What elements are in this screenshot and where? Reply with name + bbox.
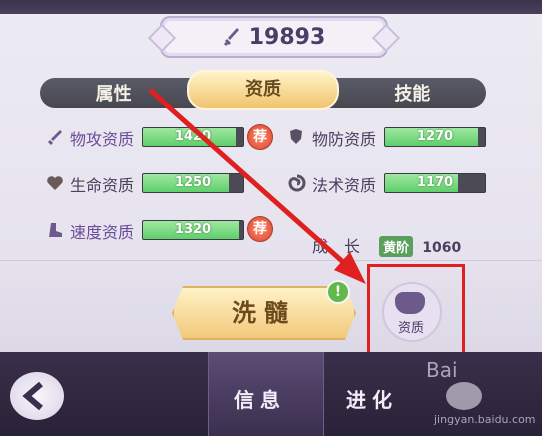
stat-phys-defense: 物防资质 1270: [288, 126, 488, 149]
stat-bar: 1250: [142, 173, 244, 193]
growth-value: 1060: [422, 240, 462, 256]
tab-skills[interactable]: 技能: [339, 80, 486, 106]
back-button[interactable]: [10, 372, 64, 420]
boot-icon: [46, 221, 66, 239]
stat-bar: 1170: [384, 173, 486, 193]
stat-label: 法术资质: [312, 176, 377, 195]
alert-badge: !: [326, 280, 350, 304]
stat-bar: 1270: [384, 127, 486, 147]
sword-icon: [223, 28, 239, 47]
stat-label: 速度资质: [70, 223, 135, 242]
sword-icon: [46, 128, 66, 146]
growth-tier-badge: 黄阶: [379, 236, 414, 257]
recommended-badge[interactable]: 荐: [247, 216, 273, 242]
watermark-url: jingyan.baidu.com: [434, 413, 536, 426]
power-deco-right: [371, 23, 401, 53]
stat-value: 1270: [416, 129, 454, 144]
swirl-icon: [288, 174, 308, 192]
stat-value: 1420: [174, 129, 212, 144]
paw-watermark-icon: [446, 382, 482, 410]
highlight-box: [367, 264, 465, 366]
growth-label: 成 长: [312, 237, 361, 256]
stat-label: 物攻资质: [70, 130, 135, 149]
shield-icon: [288, 128, 308, 146]
stat-label: 物防资质: [312, 130, 377, 149]
combat-power: 19893: [147, 16, 401, 58]
arrow-left-icon: [22, 381, 43, 411]
nav-info-label: 信息: [234, 388, 286, 412]
combat-power-value: 19893: [248, 24, 326, 50]
tab-bar: 属性 资质 技能: [40, 70, 486, 110]
stat-hp: 生命资质 1250: [46, 172, 286, 195]
growth-row: 成 长 黄阶 1060: [312, 233, 461, 257]
stat-label: 生命资质: [70, 176, 135, 195]
stat-value: 1170: [416, 175, 454, 190]
tab-aptitude[interactable]: 资质: [187, 70, 339, 110]
stat-bar: 1320: [142, 220, 244, 240]
heart-icon: [46, 174, 66, 192]
watermark-text: Bai: [426, 358, 458, 382]
stat-value: 1320: [174, 222, 212, 237]
power-deco-left: [147, 23, 177, 53]
stats-panel: 19893 属性 资质 技能 物攻资质 1420 荐 物防资质 1270 生命资…: [0, 14, 542, 366]
nav-evolve[interactable]: 进化: [346, 384, 398, 413]
stat-bar: 1420: [142, 127, 244, 147]
tab-attributes[interactable]: 属性: [40, 80, 187, 106]
stat-value: 1250: [174, 175, 212, 190]
recommended-badge[interactable]: 荐: [247, 124, 273, 150]
stat-magic: 法术资质 1170: [288, 172, 488, 195]
